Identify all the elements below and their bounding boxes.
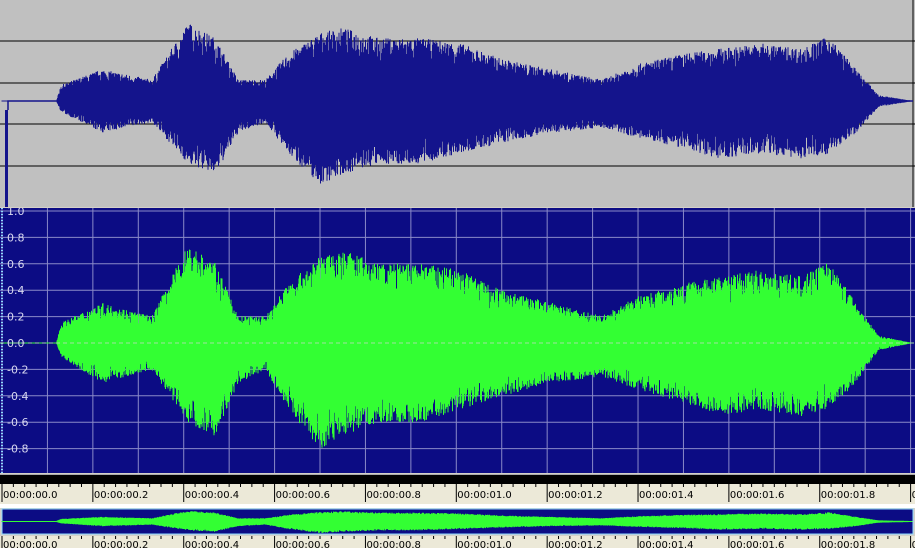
x-tick-label: 00:00:01.4 [639, 490, 693, 501]
y-tick-label: 0.2 [7, 311, 25, 324]
navigator-x-tick-label: 00:00:01.8 [821, 540, 875, 548]
y-tick-label: -0.4 [7, 390, 28, 403]
time-ruler[interactable]: 00:00:00.0 00:00:00.2 00:00:00.4 00:00:00.6… [0, 484, 915, 504]
navigator-x-tick-label: 00:00:00.6 [276, 540, 330, 548]
x-tick-label: 00:00:00.4 [185, 490, 239, 501]
y-tick-label: 0.6 [7, 258, 25, 271]
y-tick-label: -0.2 [7, 363, 28, 376]
navigator-x-tick-label: 00:00:00.8 [366, 540, 420, 548]
y-tick-label: -0.6 [7, 416, 28, 429]
x-tick-label: 00:00:00.0 [3, 490, 57, 501]
y-tick-label: 0.0 [7, 337, 25, 350]
time-ruler-svg: 00:00:00.0 00:00:00.2 00:00:00.4 00:00:00.6… [1, 484, 915, 502]
navigator-x-tick-label: 00:00:00.0 [3, 540, 57, 548]
top-waveform [1, 24, 913, 184]
top-waveform-svg [0, 0, 915, 207]
navigator-x-tick-label: 00:00:00.4 [185, 540, 239, 548]
x-tick-label: 00:00:01.2 [548, 490, 602, 501]
main-waveform-svg: 1.0 0.8 0.6 0.4 0.2 0.0 -0.2 -0.4 -0.6 -0.8 [0, 208, 915, 473]
navigator-x-tick-label: 00:00:01.2 [548, 540, 602, 548]
x-tick-label: 00:00:01.8 [821, 490, 875, 501]
navigator-x-tick-label: 00:00:02.0 [912, 540, 915, 548]
x-tick-label: 00:00:02.0 [912, 490, 915, 501]
playhead-marker [5, 110, 8, 207]
navigator-x-tick-label: 00:00:00.2 [94, 540, 148, 548]
y-tick-label: 0.8 [7, 231, 25, 244]
navigator-x-tick-label: 00:00:01.0 [457, 540, 511, 548]
navigator-ruler-svg: 00:00:00.0 00:00:00.2 00:00:00.4 00:00:00.6… [1, 536, 915, 548]
y-tick-label: -0.8 [7, 443, 28, 456]
x-tick-label: 00:00:01.6 [730, 490, 784, 501]
overview-waveform-panel[interactable] [0, 0, 915, 207]
x-tick-label: 00:00:01.0 [457, 490, 511, 501]
main-waveform-panel[interactable]: 1.0 0.8 0.6 0.4 0.2 0.0 -0.2 -0.4 -0.6 -0.8 [0, 208, 915, 473]
navigator-panel[interactable] [0, 508, 915, 536]
x-tick-label: 00:00:00.2 [94, 490, 148, 501]
x-tick-label: 00:00:00.8 [366, 490, 420, 501]
navigator-x-tick-label: 00:00:01.6 [730, 540, 784, 548]
navigator-svg [1, 508, 914, 535]
navigator-x-tick-label: 00:00:01.4 [639, 540, 693, 548]
x-tick-label: 00:00:00.6 [276, 490, 330, 501]
y-tick-label: 0.4 [7, 284, 25, 297]
navigator-time-ruler: 00:00:00.0 00:00:00.2 00:00:00.4 00:00:00.6… [0, 536, 915, 548]
y-tick-label: 1.0 [7, 208, 25, 218]
